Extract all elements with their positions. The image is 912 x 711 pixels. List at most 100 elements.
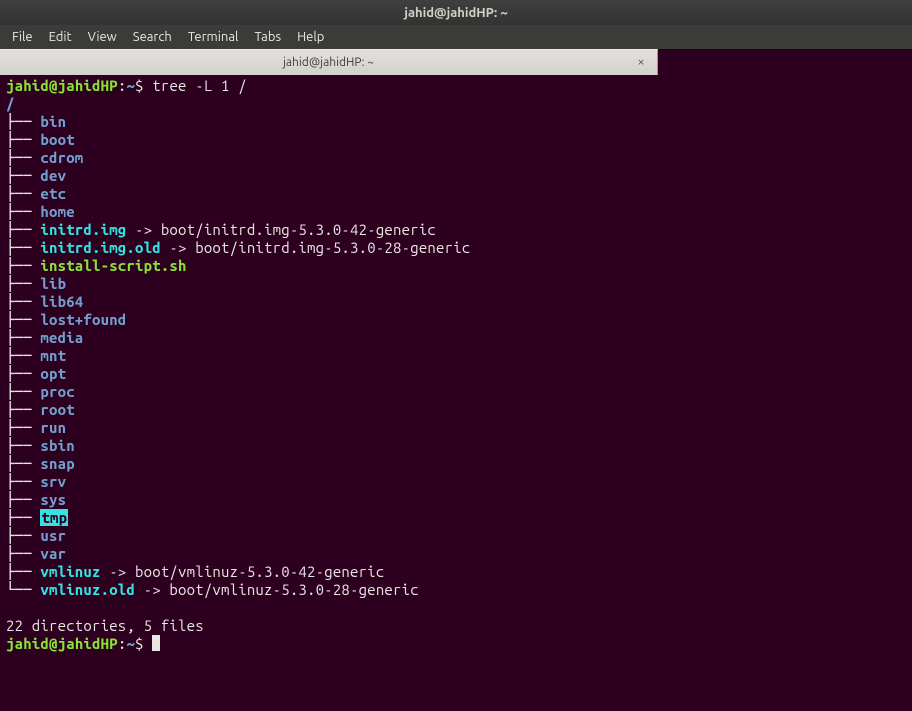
tree-row: ├── run xyxy=(6,419,906,437)
tree-branch-char: ├── xyxy=(6,527,40,544)
tree-entry-name: vmlinuz.old xyxy=(40,581,135,598)
tree-row: ├── etc xyxy=(6,185,906,203)
tree-branch-char: ├── xyxy=(6,455,40,472)
summary-text: 22 directories, 5 files xyxy=(6,617,204,634)
tree-branch-char: ├── xyxy=(6,437,40,454)
tree-branch-char: ├── xyxy=(6,383,40,400)
tree-branch-char: ├── xyxy=(6,203,40,220)
tree-row: ├── bin xyxy=(6,113,906,131)
tree-entry-name: run xyxy=(40,419,66,436)
tree-entry-name: mnt xyxy=(40,347,66,364)
tree-row: ├── opt xyxy=(6,365,906,383)
tree-branch-char: ├── xyxy=(6,401,40,418)
tabbar: jahid@jahidHP: ~ × xyxy=(0,49,912,75)
tree-row: ├── srv xyxy=(6,473,906,491)
tree-row: ├── root xyxy=(6,401,906,419)
tree-entry-name: sbin xyxy=(40,437,74,454)
menu-view[interactable]: View xyxy=(80,30,125,44)
tree-branch-char: ├── xyxy=(6,329,40,346)
tree-row: ├── mnt xyxy=(6,347,906,365)
prompt-cwd: ~ xyxy=(126,635,135,652)
tree-row: ├── proc xyxy=(6,383,906,401)
prompt-sigil: $ xyxy=(135,635,152,652)
tab-close-button[interactable]: × xyxy=(633,54,649,70)
tree-branch-char: ├── xyxy=(6,347,40,364)
window-titlebar: jahid@jahidHP: ~ xyxy=(0,0,912,25)
tree-row: ├── var xyxy=(6,545,906,563)
tree-branch-char: ├── xyxy=(6,239,40,256)
prompt-user: jahid xyxy=(6,635,49,652)
tree-entry-name: media xyxy=(40,329,83,346)
menubar: File Edit View Search Terminal Tabs Help xyxy=(0,25,912,49)
menu-search[interactable]: Search xyxy=(125,30,180,44)
tab-label: jahid@jahidHP: ~ xyxy=(283,56,374,69)
menu-terminal[interactable]: Terminal xyxy=(180,30,247,44)
tree-row: ├── home xyxy=(6,203,906,221)
prompt-at: @ xyxy=(49,635,58,652)
menu-file[interactable]: File xyxy=(4,30,41,44)
tree-entry-name: root xyxy=(40,401,74,418)
link-arrow: -> xyxy=(126,221,160,238)
terminal-output[interactable]: jahid@jahidHP:~$ tree -L 1 //├── bin├── … xyxy=(0,75,912,659)
tree-branch-char: ├── xyxy=(6,545,40,562)
tree-branch-char: ├── xyxy=(6,185,40,202)
tree-row: └── vmlinuz.old -> boot/vmlinuz-5.3.0-28… xyxy=(6,581,906,599)
prompt-host: jahidHP xyxy=(58,77,118,94)
blank-line xyxy=(6,599,906,617)
link-arrow: -> xyxy=(101,563,135,580)
link-target: boot/initrd.img-5.3.0-42-generic xyxy=(161,221,436,238)
tree-branch-char: └── xyxy=(6,581,40,598)
tree-row: ├── media xyxy=(6,329,906,347)
prompt-line: jahid@jahidHP:~$ xyxy=(6,635,906,653)
tree-entry-name: home xyxy=(40,203,74,220)
tree-branch-char: ├── xyxy=(6,257,40,274)
tree-branch-char: ├── xyxy=(6,365,40,382)
tab-active[interactable]: jahid@jahidHP: ~ × xyxy=(0,49,658,75)
tree-row: ├── boot xyxy=(6,131,906,149)
tree-entry-name: srv xyxy=(40,473,66,490)
tree-branch-char: ├── xyxy=(6,473,40,490)
prompt-line: jahid@jahidHP:~$ tree -L 1 / xyxy=(6,77,906,95)
link-target: boot/initrd.img-5.3.0-28-generic xyxy=(195,239,470,256)
tree-entry-name: var xyxy=(40,545,66,562)
tree-entry-name: boot xyxy=(40,131,74,148)
tree-row: ├── snap xyxy=(6,455,906,473)
tree-entry-name: cdrom xyxy=(40,149,83,166)
tree-entry-name: initrd.img.old xyxy=(40,239,160,256)
tree-entry-name: vmlinuz xyxy=(40,563,100,580)
tree-row: ├── lost+found xyxy=(6,311,906,329)
prompt-host: jahidHP xyxy=(58,635,118,652)
link-target: boot/vmlinuz-5.3.0-28-generic xyxy=(169,581,418,598)
tree-row: ├── initrd.img -> boot/initrd.img-5.3.0-… xyxy=(6,221,906,239)
prompt-user: jahid xyxy=(6,77,49,94)
tree-row: ├── lib64 xyxy=(6,293,906,311)
tree-row: ├── install-script.sh xyxy=(6,257,906,275)
menu-tabs[interactable]: Tabs xyxy=(246,30,289,44)
tree-entry-name: sys xyxy=(40,491,66,508)
tree-branch-char: ├── xyxy=(6,491,40,508)
tree-branch-char: ├── xyxy=(6,131,40,148)
tree-row: ├── initrd.img.old -> boot/initrd.img-5.… xyxy=(6,239,906,257)
tree-branch-char: ├── xyxy=(6,563,40,580)
menu-edit[interactable]: Edit xyxy=(41,30,80,44)
tree-entry-name: opt xyxy=(40,365,66,382)
tree-branch-char: ├── xyxy=(6,221,40,238)
tree-row: ├── usr xyxy=(6,527,906,545)
tree-root-dir: / xyxy=(6,95,15,112)
tree-row: ├── sys xyxy=(6,491,906,509)
tree-entry-name: tmp xyxy=(40,509,68,526)
tree-entry-name: bin xyxy=(40,113,66,130)
tree-branch-char: ├── xyxy=(6,275,40,292)
tree-entry-name: lost+found xyxy=(40,311,126,328)
tree-branch-char: ├── xyxy=(6,419,40,436)
tree-entry-name: lib64 xyxy=(40,293,83,310)
link-arrow: -> xyxy=(161,239,195,256)
tree-row: ├── cdrom xyxy=(6,149,906,167)
tabbar-remainder xyxy=(658,49,912,75)
tree-root: / xyxy=(6,95,906,113)
tree-branch-char: ├── xyxy=(6,149,40,166)
tree-branch-char: ├── xyxy=(6,113,40,130)
menu-help[interactable]: Help xyxy=(289,30,332,44)
tree-branch-char: ├── xyxy=(6,167,40,184)
tree-summary: 22 directories, 5 files xyxy=(6,617,906,635)
